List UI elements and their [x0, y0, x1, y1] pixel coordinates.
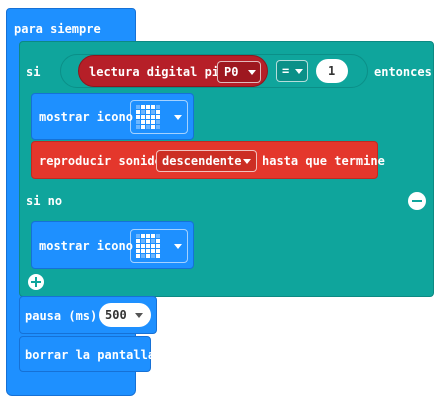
led-on	[141, 105, 145, 109]
show-icon-label: mostrar icono	[39, 110, 133, 124]
led-off	[141, 110, 145, 114]
icon-dropdown[interactable]	[130, 229, 188, 263]
led-on	[136, 244, 140, 248]
led-on	[146, 239, 150, 243]
remove-else-icon[interactable]	[408, 192, 426, 210]
then-show-icon-block[interactable]: mostrar icono	[31, 93, 194, 140]
led-on	[156, 244, 160, 248]
led-off	[141, 239, 145, 243]
led-on	[141, 244, 145, 248]
led-on	[146, 120, 150, 124]
led-on	[146, 105, 150, 109]
then-label: entonces	[374, 65, 432, 79]
compare-value: 1	[328, 64, 336, 78]
chevron-down-icon	[248, 70, 256, 75]
led-on	[136, 254, 140, 258]
led-on	[141, 234, 145, 238]
led-off	[156, 105, 160, 109]
led-on	[136, 110, 140, 114]
until-done-label: hasta que termine	[262, 154, 385, 168]
compare-value-input[interactable]: 1	[316, 59, 348, 83]
led-on	[156, 115, 160, 119]
sound-value: descendente	[162, 154, 242, 168]
digital-read-block[interactable]: lectura digital pin P0	[78, 55, 268, 87]
led-off	[146, 125, 150, 129]
skull-icon	[136, 105, 160, 129]
chevron-down-icon	[295, 69, 303, 74]
led-on	[156, 249, 160, 253]
led-on	[146, 244, 150, 248]
led-on	[146, 110, 150, 114]
led-on	[136, 115, 140, 119]
pause-label: pausa (ms)	[25, 309, 98, 323]
if-label: si	[26, 65, 41, 79]
pin-dropdown[interactable]: P0	[217, 61, 261, 83]
clear-screen-label: borrar la pantalla	[25, 348, 156, 362]
pause-block[interactable]: pausa (ms) 500	[19, 296, 157, 334]
else-label: si no	[26, 194, 63, 208]
led-on	[151, 105, 155, 109]
chevron-down-icon	[135, 313, 143, 318]
chevron-down-icon	[243, 159, 251, 164]
led-on	[141, 120, 145, 124]
sound-dropdown[interactable]: descendente	[156, 150, 257, 172]
comparison-block[interactable]: lectura digital pin P0 = 1	[60, 54, 368, 88]
forever-label: para siempre	[14, 22, 101, 36]
led-on	[146, 254, 150, 258]
led-off	[156, 125, 160, 129]
led-on	[156, 110, 160, 114]
led-off	[156, 234, 160, 238]
pin-value: P0	[224, 65, 239, 79]
led-on	[151, 234, 155, 238]
add-else-if-icon[interactable]	[28, 274, 44, 290]
led-on	[156, 254, 160, 258]
led-on	[151, 125, 155, 129]
pacman-ghost-icon	[136, 234, 160, 258]
chevron-down-icon	[174, 115, 182, 120]
led-on	[136, 249, 140, 253]
led-on	[146, 234, 150, 238]
led-off	[156, 120, 160, 124]
play-sound-block[interactable]: reproducir sonido descendente hasta que …	[31, 141, 385, 179]
else-show-icon-block[interactable]: mostrar icono	[31, 221, 194, 269]
led-on	[156, 239, 160, 243]
show-icon-label: mostrar icono	[39, 239, 133, 253]
clear-screen-block[interactable]: borrar la pantalla	[19, 336, 155, 372]
led-on	[151, 244, 155, 248]
led-off	[151, 254, 155, 258]
led-on	[141, 115, 145, 119]
led-off	[136, 120, 140, 124]
led-off	[151, 239, 155, 243]
digital-read-label: lectura digital pin	[89, 65, 227, 79]
play-sound-label: reproducir sonido	[39, 154, 162, 168]
led-on	[136, 239, 140, 243]
icon-dropdown[interactable]	[130, 100, 188, 134]
led-on	[151, 249, 155, 253]
pause-value: 500	[105, 308, 127, 322]
led-off	[151, 110, 155, 114]
led-off	[141, 254, 145, 258]
led-on	[146, 115, 150, 119]
led-off	[136, 105, 140, 109]
led-on	[146, 249, 150, 253]
pause-value-dropdown[interactable]: 500	[99, 303, 151, 327]
led-on	[151, 115, 155, 119]
led-on	[151, 120, 155, 124]
operator-dropdown[interactable]: =	[276, 60, 308, 82]
chevron-down-icon	[174, 244, 182, 249]
led-on	[141, 125, 145, 129]
operator-value: =	[282, 64, 290, 78]
led-off	[136, 234, 140, 238]
led-off	[136, 125, 140, 129]
led-on	[141, 249, 145, 253]
